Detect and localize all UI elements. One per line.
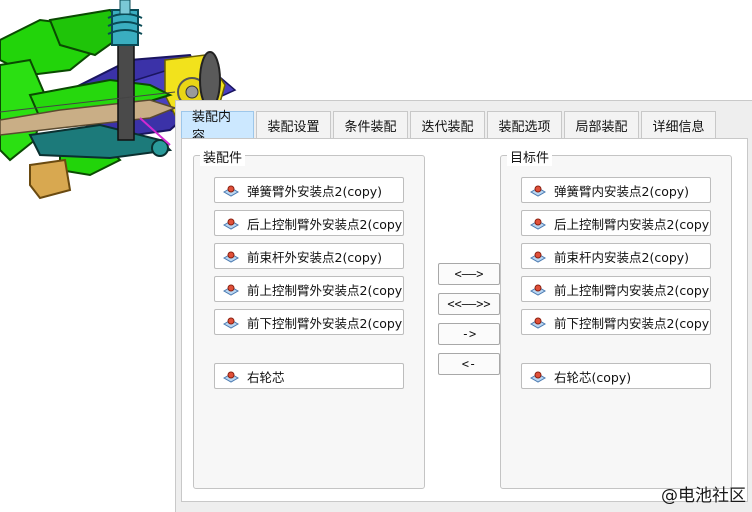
point-marker-icon [223,185,239,197]
list-item[interactable]: 前下控制臂内安装点2(copy) [521,309,711,335]
list-item[interactable]: 后上控制臂内安装点2(copy) [521,210,711,236]
point-marker-icon [223,371,239,383]
point-marker-icon [223,218,239,230]
move-left-button[interactable]: <- [438,353,500,375]
list-item[interactable]: 前束杆外安装点2(copy) [214,243,404,269]
item-label: 弹簧臂内安装点2(copy) [554,183,690,199]
item-label: 前上控制臂外安装点2(copy) [247,282,404,298]
tab-content: 装配件 弹簧臂外安装点2(copy) 后上控制臂外安装点2(copy) 前束杆外… [181,138,748,502]
point-marker-icon [530,284,546,296]
item-label: 弹簧臂外安装点2(copy) [247,183,383,199]
list-item[interactable]: 前上控制臂内安装点2(copy) [521,276,711,302]
tab-assembly-settings[interactable]: 装配设置 [256,111,331,138]
point-marker-icon [530,317,546,329]
tab-iterative-assembly[interactable]: 迭代装配 [410,111,485,138]
watermark: @电池社区 [661,486,746,506]
item-label: 前下控制臂外安装点2(copy) [247,315,404,331]
tab-bar: 装配内容 装配设置 条件装配 迭代装配 装配选项 局部装配 详细信息 [181,110,718,144]
item-label: 前上控制臂内安装点2(copy) [554,282,711,298]
point-marker-icon [223,251,239,263]
assembly-parts-title: 装配件 [200,147,246,166]
tab-details[interactable]: 详细信息 [641,111,716,138]
tab-local-assembly[interactable]: 局部装配 [564,111,639,138]
point-marker-icon [530,185,546,197]
list-item[interactable]: 弹簧臂内安装点2(copy) [521,177,711,203]
item-label: 右轮芯 [247,369,285,385]
list-item[interactable]: 弹簧臂外安装点2(copy) [214,177,404,203]
point-marker-icon [223,284,239,296]
point-marker-icon [530,218,546,230]
tab-assembly-content[interactable]: 装配内容 [181,110,254,144]
assembly-dialog: 装配内容 装配设置 条件装配 迭代装配 装配选项 局部装配 详细信息 装配件 弹… [175,100,752,512]
list-item[interactable]: 右轮芯 [214,363,404,389]
list-item[interactable]: 右轮芯(copy) [521,363,711,389]
assembly-parts-group: 装配件 弹簧臂外安装点2(copy) 后上控制臂外安装点2(copy) 前束杆外… [193,147,425,489]
item-label: 前下控制臂内安装点2(copy) [554,315,711,331]
list-item[interactable]: 前束杆内安装点2(copy) [521,243,711,269]
item-label: 后上控制臂外安装点2(copy) [247,216,404,232]
item-label: 后上控制臂内安装点2(copy) [554,216,711,232]
point-marker-icon [223,317,239,329]
tab-conditional-assembly[interactable]: 条件装配 [333,111,408,138]
tab-assembly-options[interactable]: 装配选项 [487,111,562,138]
list-item[interactable]: 后上控制臂外安装点2(copy) [214,210,404,236]
list-item[interactable]: 前下控制臂外安装点2(copy) [214,309,404,335]
point-marker-icon [530,371,546,383]
point-marker-icon [530,251,546,263]
target-parts-group: 目标件 弹簧臂内安装点2(copy) 后上控制臂内安装点2(copy) 前束杆内… [500,147,732,489]
item-label: 右轮芯(copy) [554,369,632,385]
list-item[interactable]: 前上控制臂外安装点2(copy) [214,276,404,302]
map-one-button[interactable]: <——> [438,263,500,285]
map-all-button[interactable]: <<——>> [438,293,500,315]
item-label: 前束杆内安装点2(copy) [554,249,690,265]
item-label: 前束杆外安装点2(copy) [247,249,383,265]
target-parts-title: 目标件 [507,147,553,166]
move-right-button[interactable]: -> [438,323,500,345]
